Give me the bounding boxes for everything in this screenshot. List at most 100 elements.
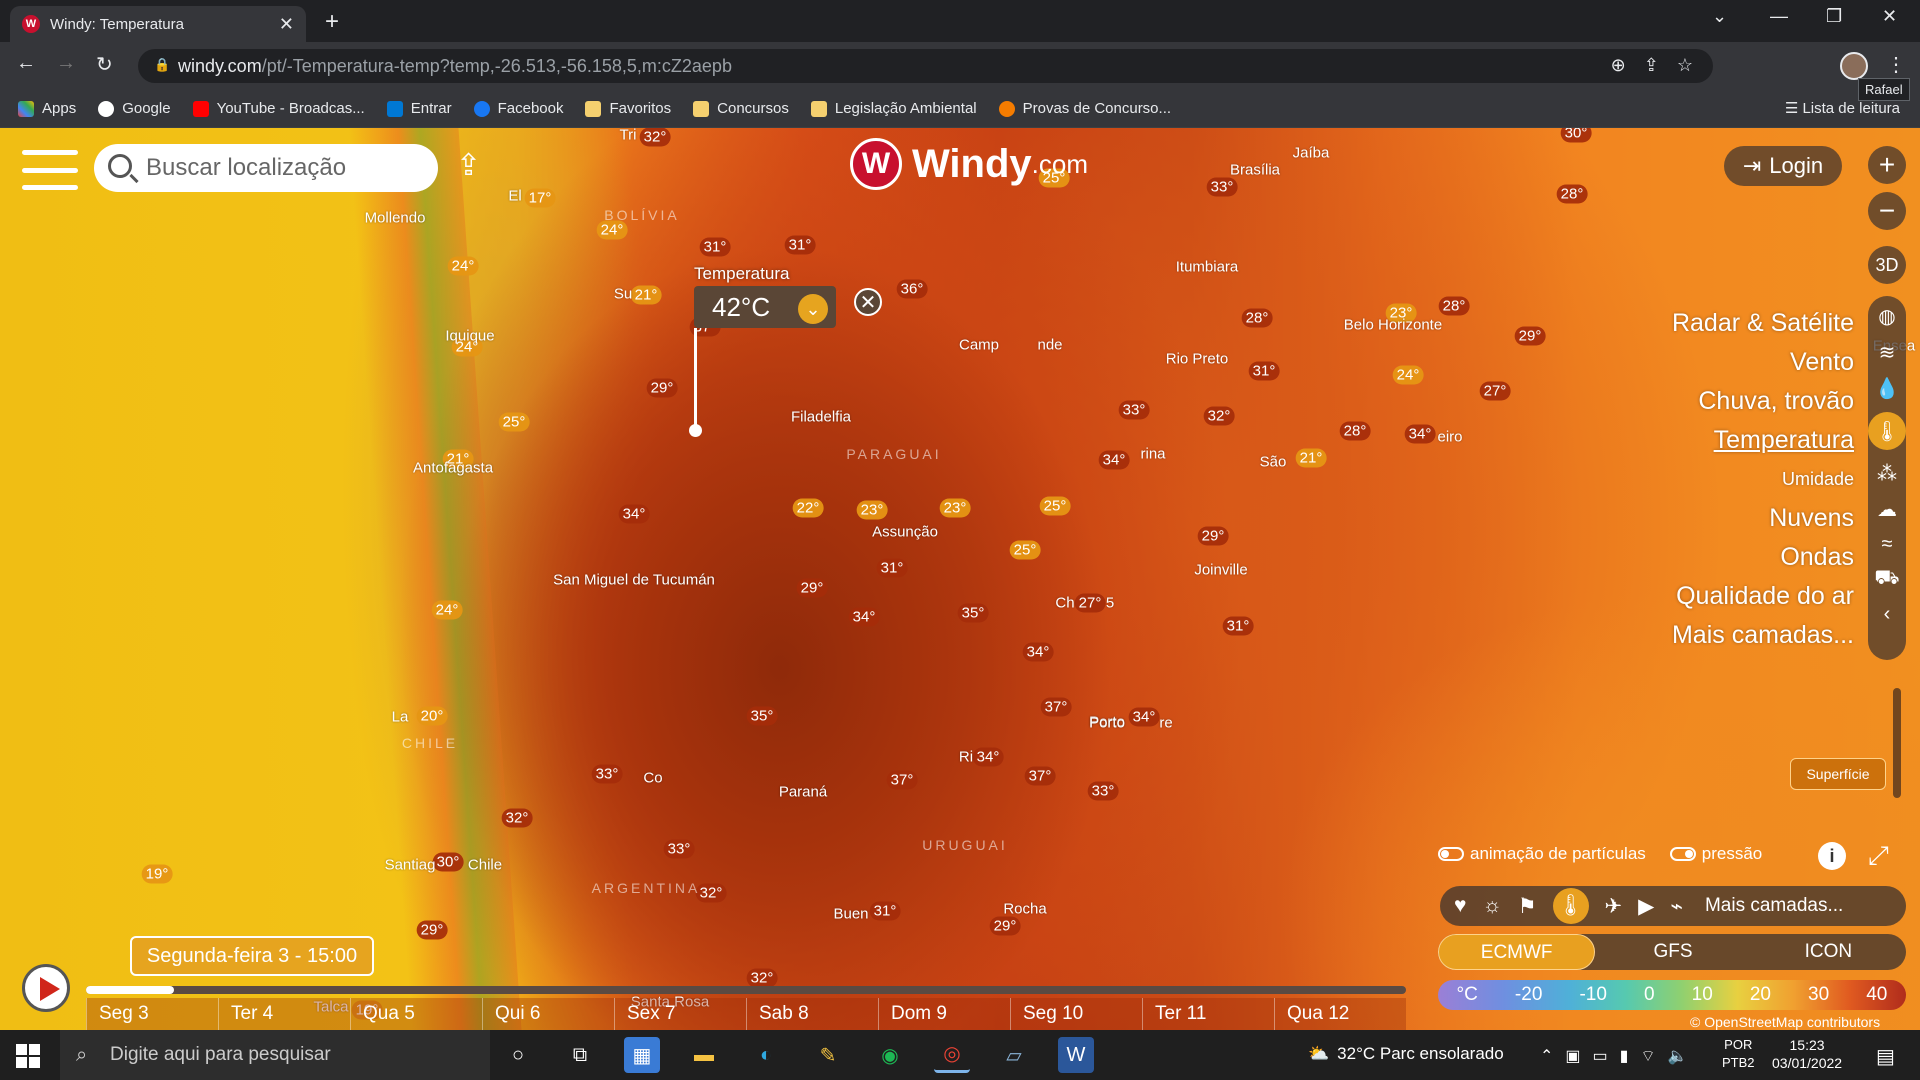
surface-button[interactable]: Superfície <box>1790 758 1886 790</box>
map-attribution[interactable]: © OpenStreetMap contributors <box>1690 1014 1880 1030</box>
flag-icon[interactable]: ⚑ <box>1518 894 1537 919</box>
address-bar[interactable]: 🔒 windy.com/pt/-Temperatura-temp?temp,-2… <box>138 49 1713 83</box>
day-seg3[interactable]: Seg 3 <box>86 998 218 1030</box>
language-indicator[interactable]: POR PTB2 <box>1722 1036 1755 1072</box>
day-qua12[interactable]: Qua 12 <box>1274 998 1406 1030</box>
info-icon[interactable]: i <box>1818 842 1846 870</box>
bookmark-apps[interactable]: Apps <box>18 100 76 117</box>
day-ter4[interactable]: Ter 4 <box>218 998 350 1030</box>
heart-icon[interactable]: ♥ <box>1454 894 1466 918</box>
pressure-toggle[interactable]: pressão <box>1669 844 1762 864</box>
reload-icon[interactable]: ↻ <box>96 52 113 77</box>
webcam-icon[interactable]: ▶ <box>1638 894 1654 919</box>
bookmark-provas[interactable]: Provas de Concurso... <box>998 100 1171 117</box>
bookmark-google[interactable]: Google <box>98 100 171 117</box>
wind-icon[interactable]: ≋ <box>1879 340 1896 365</box>
bookmark-youtube[interactable]: YouTube - Broadcas... <box>192 100 365 117</box>
timeline-track[interactable] <box>86 986 1406 994</box>
waves-icon[interactable]: ≈ <box>1882 533 1893 556</box>
notifications-icon[interactable]: ▤ <box>1876 1044 1895 1069</box>
layer-temperatura[interactable]: Temperatura <box>1672 421 1854 460</box>
model-gfs[interactable]: GFS <box>1595 941 1750 963</box>
layer-vento[interactable]: Vento <box>1672 343 1854 382</box>
altitude-scrollbar[interactable] <box>1893 688 1901 798</box>
close-tab-icon[interactable]: ✕ <box>279 14 294 35</box>
tab-search-icon[interactable]: ⌄ <box>1712 6 1727 27</box>
particles-toggle[interactable]: animação de partículas <box>1438 844 1646 864</box>
timeline-progress[interactable] <box>86 986 174 994</box>
temperature-legend[interactable]: °C -20 -10 0 10 20 30 40 <box>1438 980 1906 1010</box>
day-sex7[interactable]: Sex 7 <box>614 998 746 1030</box>
day-dom9[interactable]: Dom 9 <box>878 998 1010 1030</box>
browser-tab[interactable]: W Windy: Temperatura ✕ <box>10 6 306 42</box>
restore-icon[interactable]: ❐ <box>1826 6 1842 27</box>
humidity-icon[interactable]: ⁂ <box>1877 461 1897 486</box>
share-icon[interactable]: ⇪ <box>456 148 481 183</box>
pencil-app-icon[interactable]: ✎ <box>810 1037 846 1073</box>
layer-chuva[interactable]: Chuva, trovão <box>1672 382 1854 421</box>
thermometer-icon[interactable]: 🌡 <box>1552 888 1589 924</box>
zoom-in-button[interactable]: + <box>1868 146 1906 184</box>
picker-pin-dot[interactable] <box>689 424 702 437</box>
file-explorer-icon[interactable]: ▬ <box>686 1037 722 1073</box>
more-layers-button[interactable]: Mais camadas... <box>1705 895 1843 917</box>
volume-icon[interactable]: 🔈 <box>1668 1046 1688 1066</box>
weather-map[interactable]: 32° 17° 24° 24° 24° 21° 31° 31° 36° 37° 29° 25° 21° 3… <box>0 128 1920 1030</box>
tray-app-icon[interactable]: ▣ <box>1565 1046 1580 1066</box>
chevron-left-icon[interactable]: ‹ <box>1884 603 1891 626</box>
tray-display-icon[interactable]: ▭ <box>1593 1046 1608 1066</box>
3d-button[interactable]: 3D <box>1868 246 1906 284</box>
spotify-icon[interactable]: ◉ <box>872 1037 908 1073</box>
day-seg10[interactable]: Seg 10 <box>1010 998 1142 1030</box>
control-panel-icon[interactable]: ▦ <box>624 1037 660 1073</box>
day-qua5[interactable]: Qua 5 <box>350 998 482 1030</box>
new-tab-icon[interactable]: + <box>325 8 339 36</box>
day-qui6[interactable]: Qui 6 <box>482 998 614 1030</box>
layer-mais-camadas[interactable]: Mais camadas... <box>1672 616 1854 655</box>
fullscreen-icon[interactable]: ⤢ <box>1868 840 1889 872</box>
minimize-icon[interactable]: — <box>1770 6 1788 27</box>
weather-icon[interactable]: ☼ <box>1482 894 1501 918</box>
share-icon[interactable]: ⇪ <box>1644 55 1659 76</box>
day-sab8[interactable]: Sab 8 <box>746 998 878 1030</box>
layer-ondas[interactable]: Ondas <box>1672 538 1854 577</box>
model-ecmwf[interactable]: ECMWF <box>1438 934 1596 970</box>
tray-chevron-icon[interactable]: ⌃ <box>1540 1046 1553 1066</box>
word-icon[interactable]: W <box>1058 1037 1094 1073</box>
layer-radar[interactable]: Radar & Satélite <box>1672 304 1854 343</box>
bookmark-favoritos[interactable]: Favoritos <box>585 100 671 117</box>
day-ter11[interactable]: Ter 11 <box>1142 998 1274 1030</box>
menu-hamburger-icon[interactable] <box>22 150 78 190</box>
zoom-icon[interactable]: ⊕ <box>1611 55 1626 76</box>
bookmark-star-icon[interactable]: ☆ <box>1677 55 1693 76</box>
close-window-icon[interactable]: ✕ <box>1882 6 1897 27</box>
windows-start-icon[interactable] <box>16 1044 40 1068</box>
chrome-icon[interactable]: ◎ <box>934 1037 970 1073</box>
close-picker-icon[interactable]: ✕ <box>854 288 882 316</box>
zoom-out-button[interactable]: − <box>1868 192 1906 230</box>
notes-app-icon[interactable]: ▱ <box>996 1037 1032 1073</box>
radar-icon[interactable]: ⌁ <box>1670 894 1683 919</box>
model-icon[interactable]: ICON <box>1751 941 1906 963</box>
layer-qualidade-ar[interactable]: Qualidade do ar <box>1672 577 1854 616</box>
reading-list[interactable]: ☰ Lista de leitura <box>1785 99 1900 117</box>
cortana-icon[interactable]: ○ <box>500 1037 536 1073</box>
play-button[interactable] <box>22 964 70 1012</box>
taskbar-weather[interactable]: ⛅ 32°C Parc ensolarado <box>1308 1044 1504 1064</box>
edge-icon[interactable]: ◐ <box>748 1037 784 1073</box>
task-view-icon[interactable]: ⧉ <box>562 1037 598 1073</box>
forward-icon[interactable]: → <box>56 52 76 75</box>
chevron-down-icon[interactable]: ⌄ <box>798 294 828 324</box>
back-icon[interactable]: ← <box>16 52 36 75</box>
location-search-input[interactable]: Buscar localização <box>94 144 438 192</box>
wifi-icon[interactable]: ⌔ <box>1640 1046 1655 1066</box>
battery-icon[interactable]: ▮ <box>1620 1046 1629 1066</box>
layer-umidade[interactable]: Umidade <box>1672 460 1854 499</box>
menu-dots-icon[interactable]: ⋮ <box>1886 52 1906 77</box>
bookmark-concursos[interactable]: Concursos <box>693 100 789 117</box>
bookmark-facebook[interactable]: Facebook <box>473 100 563 117</box>
car-icon[interactable]: ⛟ <box>1874 567 1899 592</box>
bookmark-legislacao[interactable]: Legislação Ambiental <box>810 100 977 117</box>
airplane-icon[interactable]: ✈ <box>1605 894 1623 919</box>
cloud-icon[interactable]: ☁ <box>1877 497 1897 522</box>
